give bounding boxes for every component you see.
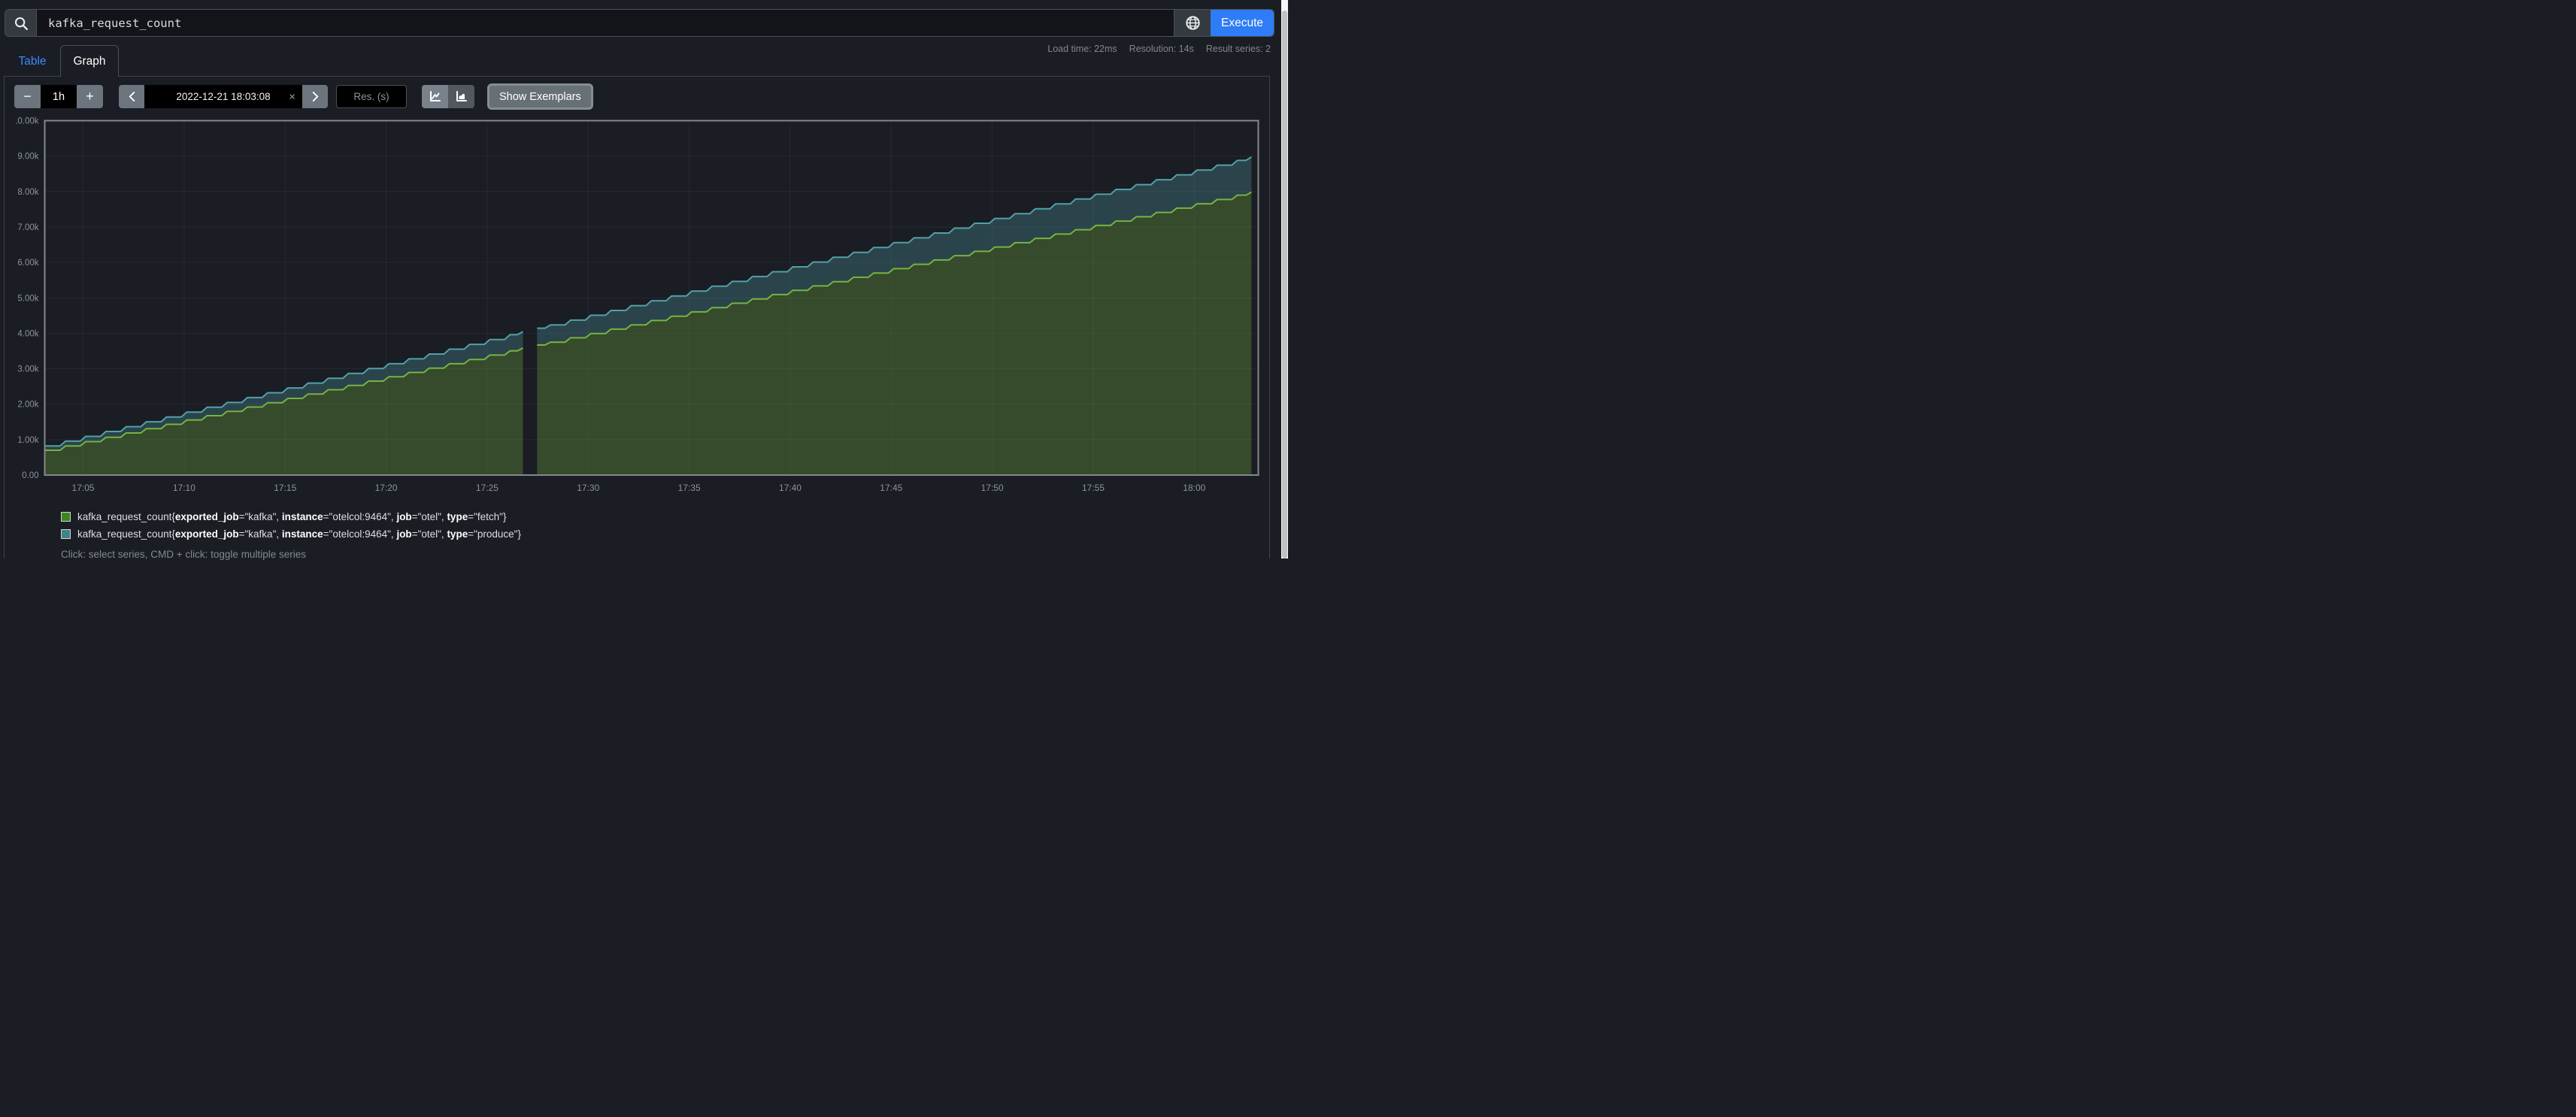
duration-input[interactable]	[41, 85, 77, 108]
duration-control: − +	[14, 85, 103, 108]
legend-swatch	[61, 512, 71, 522]
line-chart-toggle-button[interactable]	[422, 85, 448, 108]
tab-table[interactable]: Table	[5, 46, 60, 77]
y-tick-label: 8.00k	[17, 188, 38, 197]
x-tick-label: 17:55	[1082, 483, 1105, 493]
x-tick-label: 17:30	[577, 483, 599, 493]
chart-legend: kafka_request_count{exported_job="kafka"…	[61, 511, 521, 560]
y-tick-label: 0.00	[22, 471, 38, 480]
x-tick-label: 17:15	[274, 483, 296, 493]
time-globe-button[interactable]	[1174, 10, 1211, 36]
legend-series-0[interactable]: kafka_request_count{exported_job="kafka"…	[61, 511, 521, 522]
time-back-button[interactable]	[119, 85, 144, 108]
y-tick-label: 2.00k	[17, 401, 38, 410]
legend-swatch	[61, 529, 71, 539]
graph-chart[interactable]: 0.00 1.00k 2.00k 3.00k 4.00k 5.00k 6.00k 7.00k 8…	[16, 114, 1264, 498]
execute-button[interactable]: Execute	[1211, 10, 1274, 36]
query-bar: kafka_request_count Execute	[5, 9, 1274, 37]
decrease-duration-button[interactable]: −	[14, 85, 41, 108]
y-tick-label: 5.00k	[17, 294, 38, 303]
resolution-input[interactable]	[336, 85, 407, 108]
globe-icon	[1185, 15, 1201, 31]
x-tick-label: 17:10	[173, 483, 195, 493]
datetime-input[interactable]: 2022-12-21 18:03:08 ×	[144, 85, 302, 108]
stacked-chart-icon	[455, 90, 468, 103]
time-forward-button[interactable]	[302, 85, 328, 108]
datetime-value: 2022-12-21 18:03:08	[176, 91, 270, 102]
search-icon	[5, 10, 37, 36]
scrollbar-track[interactable]	[1281, 0, 1288, 558]
stacked-chart-toggle-button[interactable]	[448, 85, 474, 108]
chart-type-toggle	[422, 85, 474, 108]
query-stats: Load time: 22ms Resolution: 14s Result ser…	[1035, 44, 1271, 54]
y-tick-label: 1.00k	[17, 436, 38, 445]
graph-panel: − + 2022-12-21 18:03:08 ×	[4, 76, 1270, 558]
tab-graph[interactable]: Graph	[60, 45, 119, 77]
line-chart-icon	[429, 90, 441, 103]
show-exemplars-button[interactable]: Show Exemplars	[487, 83, 593, 110]
chevron-right-icon	[311, 91, 320, 102]
chevron-left-icon	[127, 91, 137, 102]
y-tick-label: 9.00k	[17, 153, 38, 162]
y-tick-label: 3.00k	[17, 365, 38, 374]
y-tick-label: 7.00k	[17, 223, 38, 232]
y-tick-label: 4.00k	[17, 329, 38, 338]
resolution: Resolution: 14s	[1129, 44, 1194, 54]
legend-hint: Click: select series, CMD + click: toggl…	[61, 549, 521, 560]
x-tick-label: 17:40	[779, 483, 802, 493]
y-tick-label: 10.00k	[16, 117, 39, 126]
legend-series-1[interactable]: kafka_request_count{exported_job="kafka"…	[61, 528, 521, 540]
load-time: Load time: 22ms	[1047, 44, 1117, 54]
result-series: Result series: 2	[1206, 44, 1271, 54]
x-tick-label: 17:50	[981, 483, 1004, 493]
x-tick-label: 17:20	[375, 483, 398, 493]
y-tick-label: 6.00k	[17, 259, 38, 268]
x-tick-label: 18:00	[1183, 483, 1205, 493]
datetime-control: 2022-12-21 18:03:08 ×	[119, 85, 328, 108]
legend-label: kafka_request_count{exported_job="kafka"…	[77, 511, 506, 522]
x-tick-label: 17:45	[880, 483, 902, 493]
x-tick-label: 17:35	[678, 483, 701, 493]
increase-duration-button[interactable]: +	[77, 85, 103, 108]
query-input[interactable]: kafka_request_count	[37, 10, 1174, 36]
clear-datetime-icon[interactable]: ×	[289, 91, 295, 102]
scrollbar-thumb[interactable]	[1282, 11, 1287, 558]
x-tick-label: 17:25	[476, 483, 499, 493]
x-tick-label: 17:05	[72, 483, 95, 493]
legend-label: kafka_request_count{exported_job="kafka"…	[77, 528, 521, 540]
